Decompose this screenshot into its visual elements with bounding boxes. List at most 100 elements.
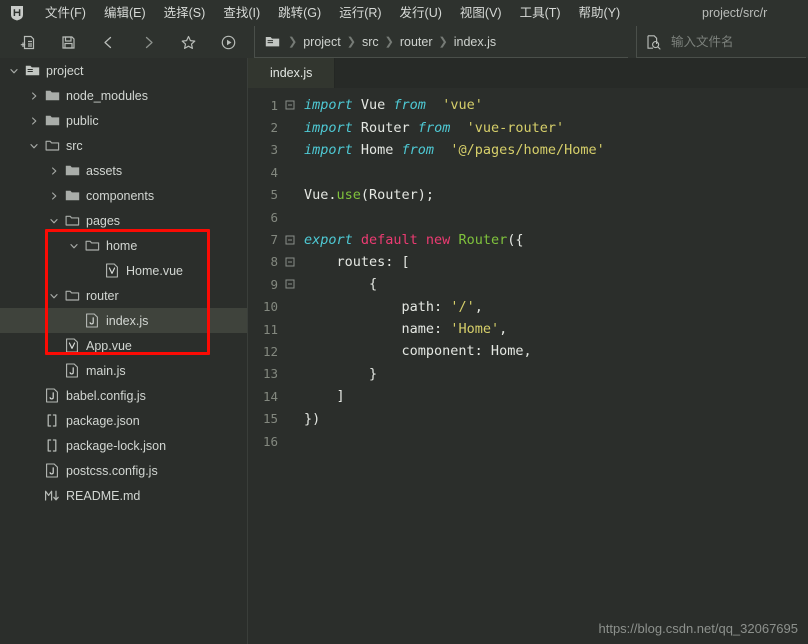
main-body: project node_modulespublic src assets compon… xyxy=(0,58,808,644)
fold-collapse-icon[interactable] xyxy=(282,235,298,245)
tree-item-babel-config-js[interactable]: babel.config.js xyxy=(0,383,247,408)
project-explorer: project node_modulespublic src assets compon… xyxy=(0,58,248,644)
chevron-right-icon[interactable] xyxy=(26,91,42,101)
chevron-right-icon[interactable] xyxy=(26,116,42,126)
file-search-box[interactable] xyxy=(636,26,806,58)
code-text: path: '/', xyxy=(298,299,483,315)
line-number: 1 xyxy=(248,98,282,113)
breadcrumb-separator-icon: ❯ xyxy=(341,35,362,48)
folder-open-icon xyxy=(62,214,82,227)
tree-item-package-json[interactable]: package.json xyxy=(0,408,247,433)
code-line: 13 } xyxy=(248,363,808,385)
tree-item-readme-md[interactable]: README.md xyxy=(0,483,247,508)
tree-item-assets[interactable]: assets xyxy=(0,158,247,183)
project-folder-icon xyxy=(22,64,42,77)
tree-twisty-placeholder xyxy=(46,341,62,351)
menu-publish[interactable]: 发行(U) xyxy=(391,0,451,26)
chevron-down-icon[interactable] xyxy=(6,66,22,76)
breadcrumb-item-router[interactable]: router xyxy=(400,35,433,49)
toolbar-save[interactable] xyxy=(48,26,88,58)
tree-item-postcss-config-js[interactable]: postcss.config.js xyxy=(0,458,247,483)
tree-item-label: home xyxy=(106,239,137,253)
menu-goto[interactable]: 跳转(G) xyxy=(269,0,330,26)
tree-item-node-modules[interactable]: node_modules xyxy=(0,83,247,108)
menu-tools[interactable]: 工具(T) xyxy=(511,0,570,26)
tree-item-router[interactable]: router xyxy=(0,283,247,308)
fold-collapse-icon[interactable] xyxy=(282,100,298,110)
line-number: 12 xyxy=(248,344,282,359)
tree-item-home[interactable]: home xyxy=(0,233,247,258)
line-number: 7 xyxy=(248,232,282,247)
tree-item-project[interactable]: project xyxy=(0,58,247,83)
menu-help[interactable]: 帮助(Y) xyxy=(570,0,630,26)
toolbar-run[interactable] xyxy=(208,26,248,58)
chevron-down-icon[interactable] xyxy=(26,141,42,151)
tree-twisty-placeholder xyxy=(26,441,42,451)
tree-item-home-vue[interactable]: Home.vue xyxy=(0,258,247,283)
code-text: } xyxy=(298,366,377,382)
line-number: 2 xyxy=(248,120,282,135)
menu-select[interactable]: 选择(S) xyxy=(155,0,215,26)
breadcrumb-item-index-js[interactable]: index.js xyxy=(454,35,496,49)
tree-item-public[interactable]: public xyxy=(0,108,247,133)
breadcrumb-item-src[interactable]: src xyxy=(362,35,379,49)
chevron-down-icon[interactable] xyxy=(46,291,62,301)
menu-find[interactable]: 查找(I) xyxy=(214,0,269,26)
menu-edit[interactable]: 编辑(E) xyxy=(95,0,155,26)
toolbar-favorite[interactable] xyxy=(168,26,208,58)
editor-pane: index.js 1 import Vue from 'vue' 2 import R… xyxy=(248,58,808,644)
code-text: component: Home, xyxy=(298,343,532,359)
toolbar-forward[interactable] xyxy=(128,26,168,58)
tree-item-label: assets xyxy=(86,164,122,178)
menu-file[interactable]: 文件(F) xyxy=(36,0,95,26)
line-number: 4 xyxy=(248,165,282,180)
line-number: 6 xyxy=(248,210,282,225)
toolbar-back[interactable] xyxy=(88,26,128,58)
tree-item-label: components xyxy=(86,189,154,203)
code-editor[interactable]: 1 import Vue from 'vue' 2 import Router fro… xyxy=(248,88,808,644)
tree-item-pages[interactable]: pages xyxy=(0,208,247,233)
breadcrumb-separator-icon: ❯ xyxy=(282,35,303,48)
window-title: project/src/r xyxy=(702,0,808,26)
tab-index-js[interactable]: index.js xyxy=(248,58,335,88)
folder-open-icon xyxy=(82,239,102,252)
tree-item-index-js[interactable]: index.js xyxy=(0,308,247,333)
folder-open-icon xyxy=(62,289,82,302)
tree-twisty-placeholder xyxy=(26,466,42,476)
tree-item-label: babel.config.js xyxy=(66,389,146,403)
js-file-icon xyxy=(82,313,102,328)
fold-collapse-icon[interactable] xyxy=(282,279,298,289)
tree-item-label: pages xyxy=(86,214,120,228)
tree-item-package-lock-json[interactable]: package-lock.json xyxy=(0,433,247,458)
tree-item-main-js[interactable]: main.js xyxy=(0,358,247,383)
chevron-down-icon[interactable] xyxy=(46,216,62,226)
tree-item-label: main.js xyxy=(86,364,126,378)
tree-item-label: public xyxy=(66,114,99,128)
chevron-right-icon[interactable] xyxy=(46,191,62,201)
tree-item-components[interactable]: components xyxy=(0,183,247,208)
menu-view[interactable]: 视图(V) xyxy=(451,0,511,26)
js-file-icon xyxy=(62,363,82,378)
line-number: 9 xyxy=(248,277,282,292)
fold-collapse-icon[interactable] xyxy=(282,257,298,267)
code-text: import Vue from 'vue' xyxy=(298,97,483,113)
chevron-down-icon[interactable] xyxy=(66,241,82,251)
code-text: import Router from 'vue-router' xyxy=(298,120,564,136)
tree-twisty-placeholder xyxy=(86,266,102,276)
menu-run[interactable]: 运行(R) xyxy=(330,0,390,26)
file-tree: project node_modulespublic src assets compon… xyxy=(0,58,247,508)
tree-item-app-vue[interactable]: App.vue xyxy=(0,333,247,358)
line-number: 13 xyxy=(248,366,282,381)
breadcrumb-item-project[interactable]: project xyxy=(303,35,341,49)
tree-item-label: node_modules xyxy=(66,89,148,103)
file-search-input[interactable] xyxy=(671,35,791,49)
toolbar-new-file[interactable] xyxy=(8,26,48,58)
tree-item-src[interactable]: src xyxy=(0,133,247,158)
line-number: 11 xyxy=(248,322,282,337)
tree-twisty-placeholder xyxy=(26,416,42,426)
code-text: export default new Router({ xyxy=(298,232,524,248)
file-search-icon xyxy=(645,34,661,50)
code-line: 6 xyxy=(248,206,808,228)
chevron-right-icon[interactable] xyxy=(46,166,62,176)
tree-item-label: Home.vue xyxy=(126,264,183,278)
